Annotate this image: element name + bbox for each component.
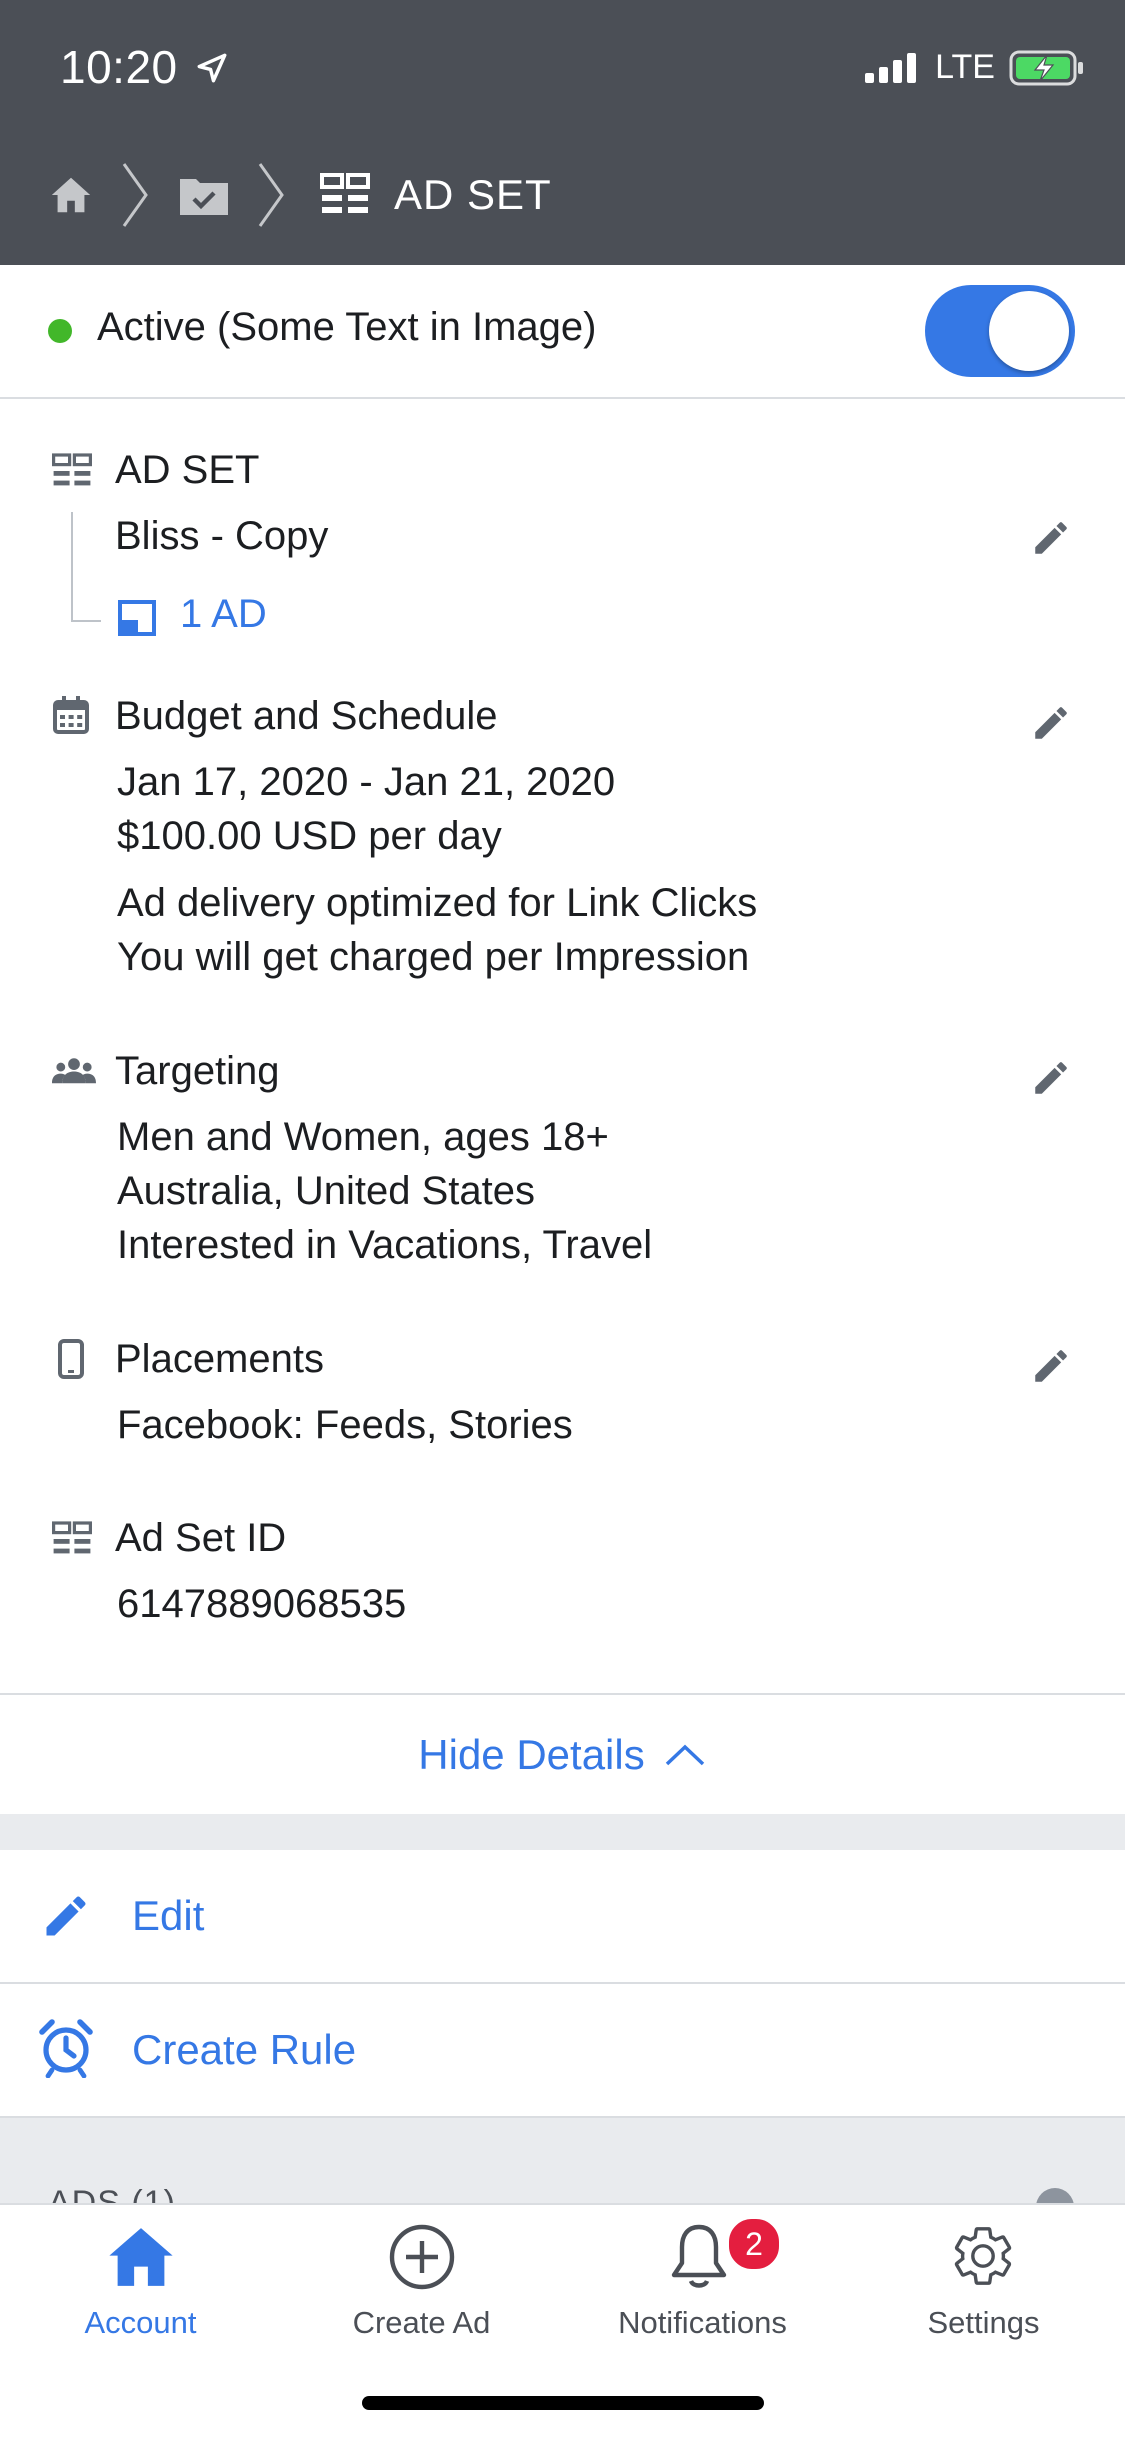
edit-targeting-pencil-icon[interactable] xyxy=(1030,1057,1072,1099)
hide-details-button[interactable]: Hide Details xyxy=(0,1696,1125,1814)
ad-set-id-value: 6147889068535 xyxy=(117,1582,407,1626)
notification-count: 2 xyxy=(745,2226,763,2262)
battery-charging-icon xyxy=(1009,50,1083,85)
active-status-dot xyxy=(48,319,72,343)
placements-value: Facebook: Feeds, Stories xyxy=(117,1403,573,1447)
ads-count-link[interactable]: 1 AD xyxy=(180,592,267,637)
ad-preview-icon xyxy=(118,600,156,636)
budget-heading: Budget and Schedule xyxy=(115,694,498,738)
targeting-heading: Targeting xyxy=(115,1049,280,1093)
chevron-right-icon xyxy=(122,163,148,227)
bell-icon xyxy=(671,2224,727,2288)
schedule-dates: Jan 17, 2020 - Jan 21, 2020 xyxy=(117,760,616,804)
people-icon xyxy=(52,1058,96,1084)
billing-event: You will get charged per Impression xyxy=(117,935,750,979)
campaign-folder-icon[interactable] xyxy=(178,172,230,218)
home-icon[interactable] xyxy=(48,172,94,218)
tab-notifications[interactable]: 2 Notifications xyxy=(562,2205,843,2375)
signal-icon xyxy=(865,52,917,83)
create-rule-label: Create Rule xyxy=(132,2026,357,2073)
toggle-knob xyxy=(989,291,1069,371)
gear-icon xyxy=(954,2227,1012,2285)
section-separator xyxy=(0,1814,1125,1850)
status-label: Active (Some Text in Image) xyxy=(97,305,597,349)
edit-placements-pencil-icon[interactable] xyxy=(1030,1345,1072,1387)
edit-ad-set-name-pencil-icon[interactable] xyxy=(1030,517,1072,559)
network-type: LTE xyxy=(935,48,995,86)
location-arrow-icon xyxy=(197,53,227,83)
edit-label: Edit xyxy=(132,1892,205,1939)
edit-budget-pencil-icon[interactable] xyxy=(1030,702,1072,744)
status-time: 10:20 xyxy=(60,40,229,94)
tab-notifications-label: Notifications xyxy=(618,2305,787,2340)
page-title: AD SET xyxy=(394,171,552,218)
delivery-status-row: Active (Some Text in Image) xyxy=(0,265,1125,399)
tab-create-ad-label: Create Ad xyxy=(352,2305,491,2340)
ad-set-grid-icon xyxy=(52,453,92,486)
create-rule-action-row[interactable]: Create Rule xyxy=(0,1984,1125,2118)
tab-create-ad[interactable]: Create Ad xyxy=(281,2205,562,2375)
top-bar: 10:20 LTE AD SET xyxy=(0,0,1125,265)
daily-budget: $100.00 USD per day xyxy=(117,814,502,858)
active-toggle[interactable] xyxy=(925,285,1075,377)
edit-action-row[interactable]: Edit xyxy=(0,1850,1125,1984)
ad-set-heading: AD SET xyxy=(115,448,260,492)
info-icon[interactable] xyxy=(1036,2188,1074,2203)
mobile-phone-icon xyxy=(58,1339,84,1379)
ads-section-header: ADS (1) xyxy=(0,2118,1125,2203)
chevron-up-icon xyxy=(665,1744,704,1766)
add-circle-icon xyxy=(389,2224,455,2290)
placements-heading: Placements xyxy=(115,1337,324,1381)
ad-set-id-heading: Ad Set ID xyxy=(115,1516,287,1560)
edit-pencil-icon xyxy=(46,1896,86,1936)
ads-section-heading: ADS (1) xyxy=(48,2184,176,2203)
targeting-locations: Australia, United States xyxy=(117,1169,535,1213)
tab-settings[interactable]: Settings xyxy=(843,2205,1124,2375)
home-icon xyxy=(109,2228,173,2286)
ad-set-grid-icon xyxy=(320,173,370,213)
alarm-clock-icon xyxy=(39,2019,93,2078)
optimization-goal: Ad delivery optimized for Link Clicks xyxy=(117,881,758,925)
tab-settings-label: Settings xyxy=(927,2305,1040,2340)
status-indicators: LTE xyxy=(865,48,1085,87)
targeting-interests: Interested in Vacations, Travel xyxy=(117,1223,653,1267)
notification-badge: 2 xyxy=(727,2217,781,2271)
breadcrumb: AD SET xyxy=(48,160,552,230)
clock: 10:20 xyxy=(60,41,178,93)
ad-set-name: Bliss - Copy xyxy=(115,514,329,558)
tab-account[interactable]: Account xyxy=(0,2205,281,2375)
tree-connector xyxy=(71,512,101,622)
divider xyxy=(0,1693,1125,1695)
home-indicator xyxy=(362,2396,764,2410)
calendar-icon xyxy=(53,696,89,734)
hide-details-label: Hide Details xyxy=(418,1731,645,1778)
targeting-audience: Men and Women, ages 18+ xyxy=(117,1115,609,1159)
chevron-right-icon xyxy=(258,163,284,227)
ad-set-grid-icon xyxy=(52,1521,92,1554)
tab-account-label: Account xyxy=(84,2305,197,2340)
